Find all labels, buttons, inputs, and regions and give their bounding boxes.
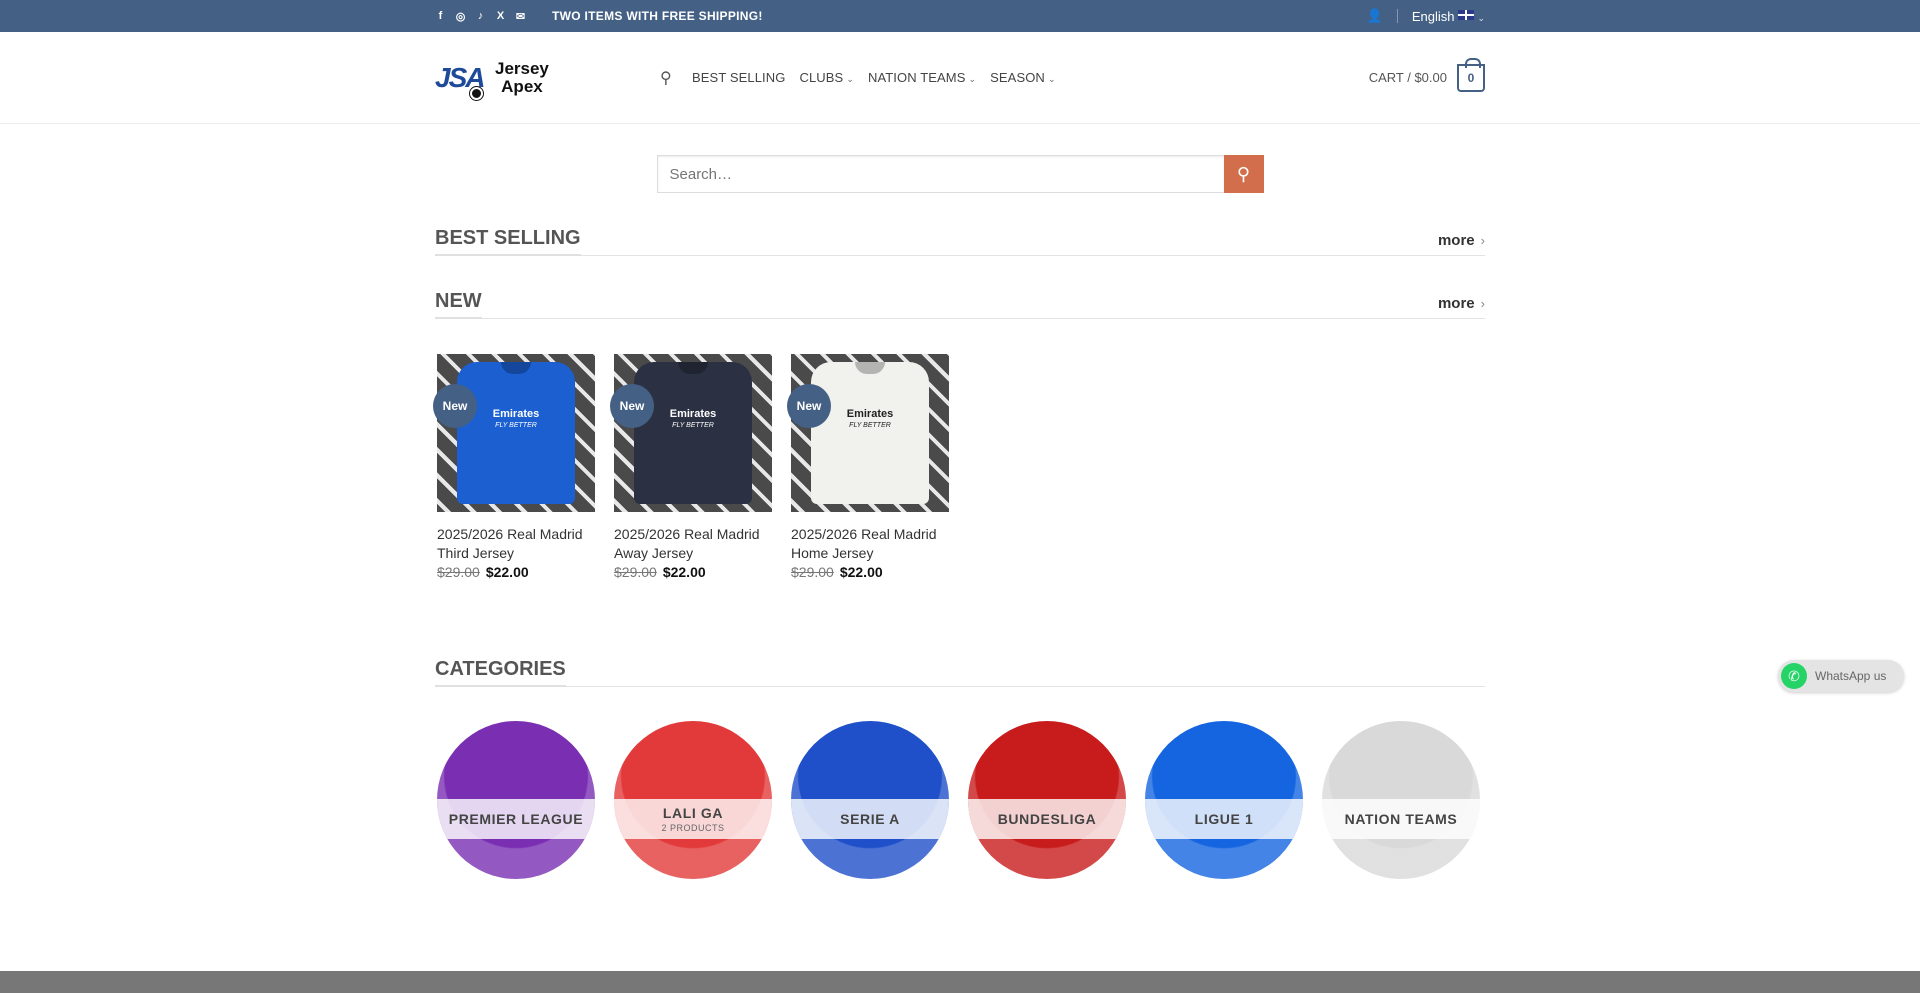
- cart-label: CART / $0.00: [1368, 70, 1447, 85]
- old-price: $29.00: [791, 564, 834, 580]
- logo[interactable]: JSA Jersey Apex: [435, 58, 660, 100]
- footer: [0, 971, 1920, 993]
- section-categories: CATEGORIES: [435, 658, 1485, 687]
- cart[interactable]: CART / $0.00 0: [1368, 57, 1485, 92]
- old-price: $29.00: [614, 564, 657, 580]
- product-image[interactable]: Emirates FLY BETTER: [437, 354, 595, 512]
- nav-item-label: CLUBS: [799, 70, 844, 85]
- nav-item-label: SEASON: [990, 70, 1045, 85]
- product-price: $29.00 $22.00: [437, 564, 595, 580]
- product-name[interactable]: 2025/2026 Real Madrid Third Jersey: [437, 525, 595, 563]
- chevron-down-icon: ⌄: [968, 74, 977, 84]
- search-bar: ⚲: [435, 155, 1485, 193]
- more-link[interactable]: more ›: [1438, 232, 1485, 255]
- cart-count: 0: [1457, 57, 1485, 92]
- nav-item-label: BEST SELLING: [692, 70, 786, 85]
- section-title: CATEGORIES: [435, 658, 566, 687]
- product-grid: Emirates FLY BETTER New 2025/2026 Real M…: [433, 354, 1485, 580]
- category-count: 2 PRODUCTS: [661, 823, 725, 833]
- x-icon[interactable]: X: [495, 10, 506, 22]
- category-name: LALI GA: [662, 805, 724, 821]
- category-name: PREMIER LEAGUE: [448, 811, 584, 827]
- nav-item-clubs[interactable]: CLUBS ⌄: [799, 70, 854, 85]
- category-serie-a[interactable]: SERIE A: [791, 721, 949, 879]
- tiktok-icon[interactable]: ♪: [475, 10, 486, 22]
- product-name[interactable]: 2025/2026 Real Madrid Away Jersey: [614, 525, 772, 563]
- main-nav: ⚲ BEST SELLING CLUBS ⌄ NATION TEAMS ⌄ SEASON ⌄: [660, 68, 1056, 88]
- sale-price: $22.00: [662, 564, 706, 580]
- category-name: LIGUE 1: [1194, 811, 1254, 827]
- product-image[interactable]: Emirates FLY BETTER: [614, 354, 772, 512]
- nav-item-nation-teams[interactable]: NATION TEAMS ⌄: [868, 70, 976, 85]
- category-grid: PREMIER LEAGUE LALI GA 2 PRODUCTS SERIE A BU…: [435, 721, 1485, 879]
- whatsapp-icon: ✆: [1781, 663, 1807, 689]
- chevron-down-icon: ⌄: [1047, 74, 1056, 84]
- chevron-right-icon: ›: [1480, 233, 1485, 248]
- section-title: BEST SELLING: [435, 227, 581, 256]
- old-price: $29.00: [437, 564, 480, 580]
- language-label: English: [1411, 8, 1455, 24]
- divider: [1396, 9, 1398, 23]
- nav-item-season[interactable]: SEASON ⌄: [990, 70, 1055, 85]
- nav-item-label: NATION TEAMS: [867, 70, 966, 85]
- product-price: $29.00 $22.00: [791, 564, 949, 580]
- section-best-selling: BEST SELLING more ›: [435, 227, 1485, 256]
- category-bundesliga[interactable]: BUNDESLIGA: [968, 721, 1126, 879]
- search-submit-button[interactable]: ⚲: [1223, 155, 1264, 193]
- chevron-right-icon: ›: [1480, 296, 1485, 311]
- sale-price: $22.00: [485, 564, 529, 580]
- top-bar: f ◎ ♪ X ✉ TWO ITEMS WITH FREE SHIPPING! 👤 En…: [0, 0, 1920, 32]
- product-card[interactable]: Emirates FLY BETTER New 2025/2026 Real M…: [787, 354, 949, 580]
- section-title: NEW: [435, 290, 482, 319]
- promo-text: TWO ITEMS WITH FREE SHIPPING!: [552, 9, 763, 23]
- instagram-icon[interactable]: ◎: [455, 10, 466, 23]
- new-badge: New: [433, 384, 477, 428]
- social-links: f ◎ ♪ X ✉: [435, 10, 526, 23]
- product-image[interactable]: Emirates FLY BETTER: [791, 354, 949, 512]
- new-badge: New: [787, 384, 831, 428]
- product-card[interactable]: Emirates FLY BETTER New 2025/2026 Real M…: [610, 354, 772, 580]
- product-name[interactable]: 2025/2026 Real Madrid Home Jersey: [791, 525, 949, 563]
- more-link[interactable]: more ›: [1438, 295, 1485, 318]
- new-badge: New: [610, 384, 654, 428]
- header: JSA Jersey Apex ⚲ BEST SELLING CLUBS ⌄ NATIO…: [0, 32, 1920, 124]
- search-input[interactable]: [656, 155, 1224, 193]
- category-ligue-1[interactable]: LIGUE 1: [1145, 721, 1303, 879]
- email-icon[interactable]: ✉: [515, 10, 526, 23]
- category-lali-ga[interactable]: LALI GA 2 PRODUCTS: [614, 721, 772, 879]
- search-icon[interactable]: ⚲: [660, 68, 678, 88]
- whatsapp-button[interactable]: ✆ WhatsApp us: [1778, 660, 1904, 692]
- category-name: BUNDESLIGA: [997, 811, 1097, 827]
- search-icon: ⚲: [1236, 163, 1251, 184]
- product-card[interactable]: Emirates FLY BETTER New 2025/2026 Real M…: [433, 354, 595, 580]
- category-premier-league[interactable]: PREMIER LEAGUE: [437, 721, 595, 879]
- category-nation-teams[interactable]: NATION TEAMS: [1322, 721, 1480, 879]
- nav-item-best-selling[interactable]: BEST SELLING: [692, 70, 785, 85]
- language-selector[interactable]: English ⌄: [1412, 9, 1485, 24]
- uk-flag-icon: [1458, 9, 1475, 20]
- logo-name-line2: Apex: [501, 76, 543, 96]
- logo-mark: JSA: [435, 62, 485, 100]
- category-name: NATION TEAMS: [1344, 811, 1458, 827]
- whatsapp-label: WhatsApp us: [1815, 669, 1887, 683]
- user-icon[interactable]: 👤: [1367, 8, 1383, 24]
- facebook-icon[interactable]: f: [435, 10, 446, 22]
- logo-name-line1: Jersey: [495, 58, 549, 78]
- category-name: SERIE A: [840, 811, 900, 827]
- chevron-down-icon: ⌄: [1477, 12, 1485, 23]
- sale-price: $22.00: [839, 564, 883, 580]
- chevron-down-icon: ⌄: [846, 74, 854, 84]
- product-price: $29.00 $22.00: [614, 564, 772, 580]
- section-new: NEW more ›: [435, 290, 1485, 319]
